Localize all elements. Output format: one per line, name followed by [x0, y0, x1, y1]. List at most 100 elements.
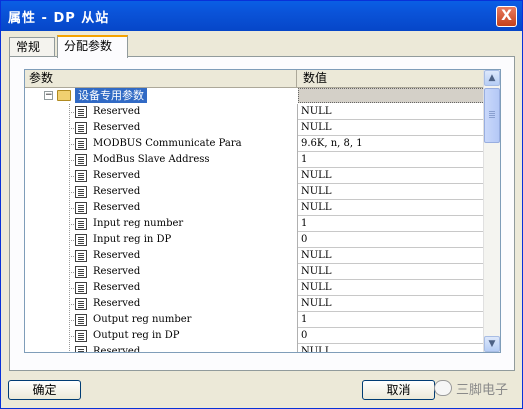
parameter-icon: [75, 298, 87, 310]
param-row[interactable]: Input reg in DP 0: [25, 232, 485, 248]
param-name: MODBUS Communicate Para: [93, 138, 242, 149]
column-divider: [297, 104, 298, 120]
tab-general[interactable]: 常规: [9, 37, 55, 56]
watermark-text: 三脚电子: [456, 383, 509, 398]
group-value-cell: [298, 88, 485, 103]
param-value[interactable]: NULL: [301, 185, 331, 199]
param-value[interactable]: NULL: [301, 121, 331, 135]
param-row[interactable]: Reserved NULL: [25, 104, 485, 120]
param-value[interactable]: 0: [301, 329, 307, 343]
parameter-icon: [75, 122, 87, 134]
param-value[interactable]: NULL: [301, 345, 331, 352]
column-divider: [297, 120, 298, 136]
param-value[interactable]: 9.6K, n, 8, 1: [301, 137, 363, 151]
collapse-icon[interactable]: −: [44, 91, 53, 100]
param-name: Reserved: [93, 106, 141, 117]
grid-header: 参数 数值: [25, 70, 485, 88]
column-divider: [297, 312, 298, 328]
column-divider: [297, 264, 298, 280]
parameter-icon: [75, 202, 87, 214]
vertical-scrollbar[interactable]: ▲ ▼: [483, 70, 500, 352]
param-row[interactable]: Reserved NULL: [25, 248, 485, 264]
param-name: Output reg in DP: [93, 330, 180, 341]
param-row[interactable]: Reserved NULL: [25, 168, 485, 184]
scrollbar-thumb[interactable]: [484, 88, 500, 143]
param-row[interactable]: Input reg number 1: [25, 216, 485, 232]
param-row[interactable]: Reserved NULL: [25, 280, 485, 296]
column-divider: [297, 296, 298, 312]
param-name: Reserved: [93, 122, 141, 133]
param-name: Reserved: [93, 298, 141, 309]
parameter-icon: [75, 346, 87, 352]
wechat-icon: [434, 380, 452, 396]
column-divider: [297, 344, 298, 352]
column-divider: [297, 232, 298, 248]
param-name: Reserved: [93, 250, 141, 261]
param-row[interactable]: Reserved NULL: [25, 120, 485, 136]
cancel-button[interactable]: 取消: [362, 380, 435, 400]
column-header-parameter[interactable]: 参数: [25, 70, 297, 87]
column-divider: [297, 248, 298, 264]
parameter-icon: [75, 218, 87, 230]
column-divider: [297, 280, 298, 296]
title-bar[interactable]: 属性 - DP 从站 X: [1, 1, 522, 31]
parameter-icon: [75, 266, 87, 278]
param-row[interactable]: Output reg in DP 0: [25, 328, 485, 344]
parameter-icon: [75, 138, 87, 150]
param-name: Reserved: [93, 282, 141, 293]
param-row[interactable]: Reserved NULL: [25, 184, 485, 200]
param-row[interactable]: Reserved NULL: [25, 344, 485, 353]
parameter-grid: 参数 数值 − 设备专用参数 Reserved NULL Reserved NULL M…: [24, 69, 501, 353]
param-name: Reserved: [93, 186, 141, 197]
param-name: Input reg number: [93, 218, 184, 229]
parameter-icon: [75, 282, 87, 294]
param-value[interactable]: NULL: [301, 249, 331, 263]
param-name: Reserved: [93, 346, 141, 353]
scroll-up-arrow-icon[interactable]: ▲: [484, 70, 500, 86]
tree-branch: [69, 352, 75, 353]
group-label: 设备专用参数: [75, 88, 147, 103]
param-name: Output reg number: [93, 314, 192, 325]
column-divider: [297, 136, 298, 152]
param-value[interactable]: 0: [301, 233, 307, 247]
param-row[interactable]: Output reg number 1: [25, 312, 485, 328]
parameter-icon: [75, 314, 87, 326]
parameter-icon: [75, 234, 87, 246]
param-value[interactable]: 1: [301, 153, 307, 167]
param-name: Input reg in DP: [93, 234, 172, 245]
param-row[interactable]: Reserved NULL: [25, 264, 485, 280]
param-name: Reserved: [93, 202, 141, 213]
close-button[interactable]: X: [496, 6, 517, 27]
param-row[interactable]: MODBUS Communicate Para 9.6K, n, 8, 1: [25, 136, 485, 152]
param-name: Reserved: [93, 266, 141, 277]
parameter-icon: [75, 154, 87, 166]
group-row-device-params[interactable]: − 设备专用参数: [25, 88, 485, 104]
param-value[interactable]: NULL: [301, 201, 331, 215]
column-header-value[interactable]: 数值: [299, 70, 485, 87]
param-row[interactable]: ModBus Slave Address 1: [25, 152, 485, 168]
param-value[interactable]: NULL: [301, 281, 331, 295]
parameter-icon: [75, 250, 87, 262]
column-divider: [297, 216, 298, 232]
scroll-down-arrow-icon[interactable]: ▼: [484, 336, 500, 352]
window-title: 属性 - DP 从站: [8, 11, 110, 26]
parameter-icon: [75, 106, 87, 118]
param-value[interactable]: NULL: [301, 265, 331, 279]
param-value[interactable]: 1: [301, 313, 307, 327]
param-value[interactable]: NULL: [301, 105, 331, 119]
param-value[interactable]: NULL: [301, 297, 331, 311]
parameter-icon: [75, 170, 87, 182]
param-row[interactable]: Reserved NULL: [25, 200, 485, 216]
tab-parameter-assignment[interactable]: 分配参数: [57, 35, 128, 58]
column-divider: [297, 200, 298, 216]
column-divider: [297, 328, 298, 344]
param-name: ModBus Slave Address: [93, 154, 210, 165]
parameter-icon: [75, 186, 87, 198]
param-row[interactable]: Reserved NULL: [25, 296, 485, 312]
param-name: Reserved: [93, 170, 141, 181]
param-value[interactable]: 1: [301, 217, 307, 231]
dialog-window: 属性 - DP 从站 X 常规 分配参数 参数 数值 − 设备专用参数 Rese…: [0, 0, 523, 409]
column-divider: [297, 168, 298, 184]
ok-button[interactable]: 确定: [8, 380, 81, 400]
param-value[interactable]: NULL: [301, 169, 331, 183]
